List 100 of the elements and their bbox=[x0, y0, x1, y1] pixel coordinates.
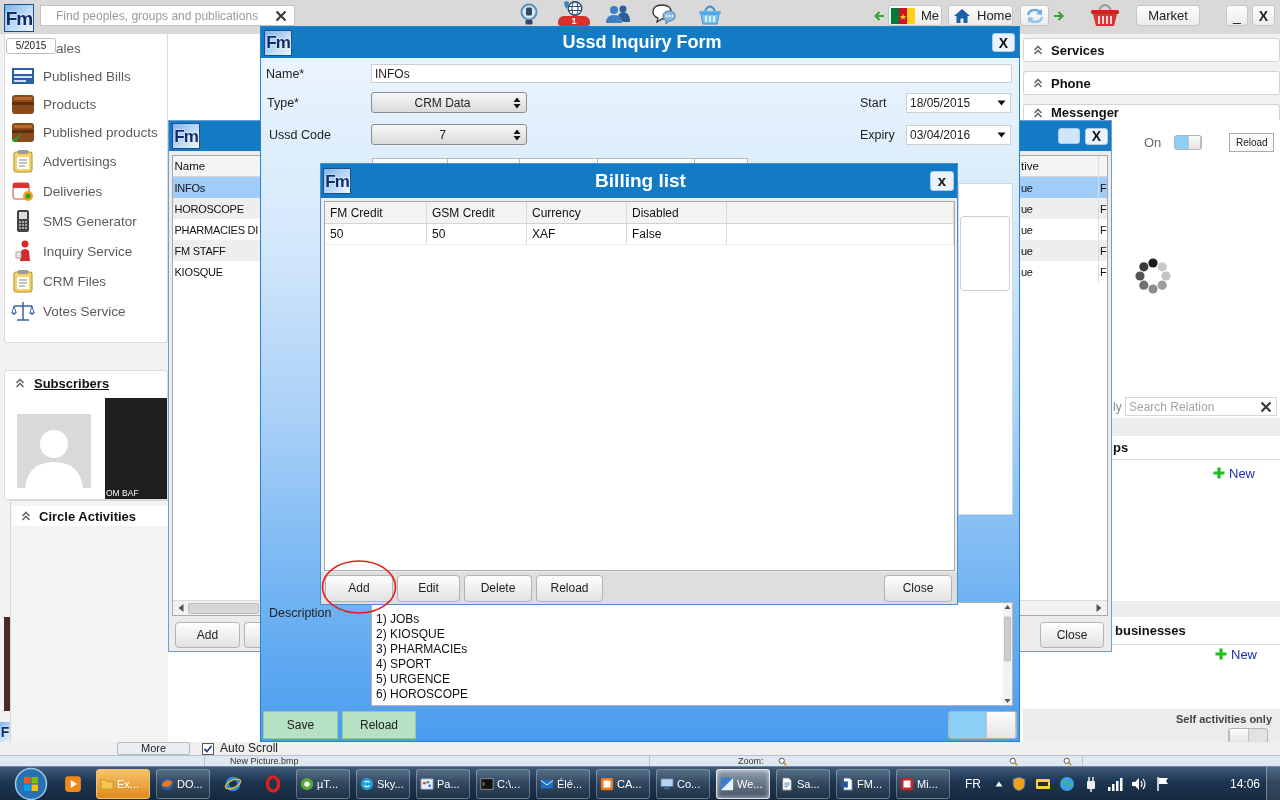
flag-icon[interactable] bbox=[1155, 775, 1171, 792]
reload-button[interactable]: Reload bbox=[1229, 133, 1275, 152]
table-cell[interactable]: PHARMACIES DI bbox=[173, 219, 261, 240]
taskbar-button[interactable]: Co... bbox=[656, 768, 710, 799]
language-indicator[interactable]: FR bbox=[965, 776, 981, 791]
column-header[interactable]: Currency bbox=[527, 202, 627, 223]
globe-icon[interactable] bbox=[1059, 775, 1075, 792]
search-field[interactable]: Find peoples, groups and publications bbox=[40, 5, 295, 26]
column-header[interactable]: FM Credit bbox=[325, 202, 427, 223]
new-link[interactable]: New bbox=[1215, 646, 1257, 662]
ring-icon[interactable] bbox=[224, 774, 242, 793]
description-field[interactable]: 1) JOBs 2) KIOSQUE 3) PHARMACIEs 4) SPORT 5) URGENCE 6) HOROSCOPE bbox=[371, 602, 1013, 706]
reload-button[interactable]: Reload bbox=[536, 574, 603, 602]
menu-item[interactable]: Published Bills bbox=[11, 62, 167, 90]
market-button[interactable]: Market bbox=[1136, 5, 1200, 26]
taskbar-button[interactable]: We... bbox=[716, 768, 770, 799]
edit-button[interactable]: Edit bbox=[397, 574, 460, 602]
section-header[interactable]: Phone bbox=[1023, 71, 1280, 95]
delete-button[interactable]: Delete bbox=[464, 574, 532, 602]
double-chevron-icon[interactable] bbox=[1033, 78, 1043, 88]
table-cell[interactable]: F bbox=[1098, 240, 1107, 261]
close-button[interactable]: x bbox=[930, 171, 954, 191]
app-logo[interactable]: Fm bbox=[4, 4, 34, 32]
clear-icon[interactable] bbox=[275, 9, 287, 22]
search-field[interactable]: Search Relation bbox=[1125, 397, 1277, 416]
text-field[interactable]: INFOs bbox=[371, 64, 1012, 83]
section-header[interactable]: Services bbox=[1023, 38, 1280, 62]
add-button[interactable]: Add bbox=[325, 574, 393, 602]
table-cell[interactable]: INFOs bbox=[173, 177, 261, 198]
table-cell[interactable]: ue bbox=[1019, 261, 1098, 282]
taskbar-button[interactable]: Pa... bbox=[416, 768, 470, 799]
table-cell[interactable]: ue bbox=[1019, 240, 1098, 261]
column-header[interactable]: Disabled bbox=[627, 202, 727, 223]
table-cell[interactable]: F bbox=[1098, 177, 1107, 198]
toggle-switch[interactable] bbox=[948, 710, 1017, 739]
close-button[interactable]: Close bbox=[884, 574, 952, 602]
menu-item[interactable]: Votes Service bbox=[11, 296, 167, 326]
taskbar-button[interactable]: Élé... bbox=[536, 768, 590, 799]
table-cell[interactable]: ue bbox=[1019, 219, 1098, 240]
menu-item[interactable]: Inquiry Service bbox=[11, 236, 167, 266]
table-cell[interactable]: FM STAFF bbox=[173, 240, 261, 261]
people-icon[interactable] bbox=[604, 4, 632, 24]
triangle-up-icon[interactable] bbox=[995, 780, 1003, 787]
menu-item[interactable]: Advertisings bbox=[11, 146, 167, 176]
clock[interactable]: 14:06 bbox=[1229, 776, 1260, 791]
column-header[interactable]: GSM Credit bbox=[427, 202, 527, 223]
more-button[interactable]: More bbox=[117, 742, 190, 755]
taskbar-button[interactable]: CA... bbox=[596, 768, 650, 799]
close-button[interactable]: Close bbox=[1040, 622, 1104, 648]
play-icon[interactable] bbox=[64, 774, 82, 793]
menu-item[interactable]: SMS Generator bbox=[11, 206, 167, 236]
toggle-switch[interactable] bbox=[1174, 135, 1203, 150]
column-header[interactable]: tive bbox=[1019, 156, 1098, 177]
menu-item[interactable]: CRM Files bbox=[11, 266, 167, 296]
clear-icon[interactable] bbox=[1260, 400, 1272, 413]
close-button[interactable]: X bbox=[992, 33, 1015, 52]
close-button[interactable]: X bbox=[1252, 5, 1275, 26]
me-button[interactable]: Me bbox=[888, 5, 942, 26]
double-chevron-icon[interactable] bbox=[15, 378, 25, 388]
close-button[interactable]: X bbox=[1085, 127, 1108, 145]
double-chevron-icon[interactable] bbox=[1033, 45, 1043, 55]
home-button[interactable]: Home bbox=[948, 5, 1013, 26]
save-button[interactable]: Save bbox=[263, 710, 338, 739]
table-cell[interactable]: ue bbox=[1019, 177, 1098, 198]
left-triangle-icon[interactable] bbox=[177, 603, 185, 613]
new-link[interactable]: New bbox=[1213, 465, 1255, 481]
checkbox[interactable] bbox=[202, 742, 214, 755]
section-header[interactable]: Messenger bbox=[1023, 104, 1280, 120]
bulb-icon[interactable] bbox=[518, 3, 540, 25]
double-chevron-icon[interactable] bbox=[1033, 108, 1043, 118]
taskbar-button[interactable]: C:\... bbox=[476, 768, 530, 799]
scroll-thumb[interactable] bbox=[188, 602, 259, 614]
double-chevron-icon[interactable] bbox=[21, 511, 31, 521]
taskbar-button[interactable]: Mi... bbox=[896, 768, 950, 799]
table-cell[interactable]: ue bbox=[1019, 198, 1098, 219]
taskbar-button[interactable]: Sa... bbox=[776, 768, 830, 799]
select-field[interactable]: 7 bbox=[371, 124, 527, 145]
menu-item[interactable]: Published products bbox=[11, 118, 167, 146]
select-field[interactable]: CRM Data bbox=[371, 92, 527, 113]
scrollbar[interactable] bbox=[1003, 603, 1012, 705]
menu-item[interactable]: Products bbox=[11, 90, 167, 118]
menu-item[interactable]: Deliveries bbox=[11, 176, 167, 206]
shield-icon[interactable] bbox=[1011, 775, 1027, 792]
add-button[interactable]: Add bbox=[175, 622, 240, 648]
right-triangle-icon[interactable] bbox=[1095, 603, 1103, 613]
taskbar-button[interactable]: DO... bbox=[156, 768, 210, 799]
subscribers-link[interactable]: Subscribers bbox=[34, 375, 110, 391]
reload-button[interactable]: Reload bbox=[342, 710, 416, 739]
section-header[interactable]: Circle Activities bbox=[12, 506, 168, 526]
chat-icon[interactable] bbox=[651, 3, 677, 25]
minimize-button[interactable]: _ bbox=[1226, 5, 1248, 26]
date-field[interactable]: 03/04/2016 bbox=[906, 124, 1011, 145]
taskbar-button[interactable]: FM... bbox=[836, 768, 890, 799]
date-field[interactable]: 18/05/2015 bbox=[906, 92, 1011, 113]
taskbar-button[interactable]: µT... bbox=[296, 768, 350, 799]
table-cell[interactable]: F bbox=[1098, 261, 1107, 282]
table-row[interactable]: 50 50 XAF False bbox=[325, 224, 954, 245]
table-cell[interactable]: F bbox=[1098, 198, 1107, 219]
column-header[interactable]: Name bbox=[173, 156, 261, 177]
table-cell[interactable]: KIOSQUE bbox=[173, 261, 261, 282]
